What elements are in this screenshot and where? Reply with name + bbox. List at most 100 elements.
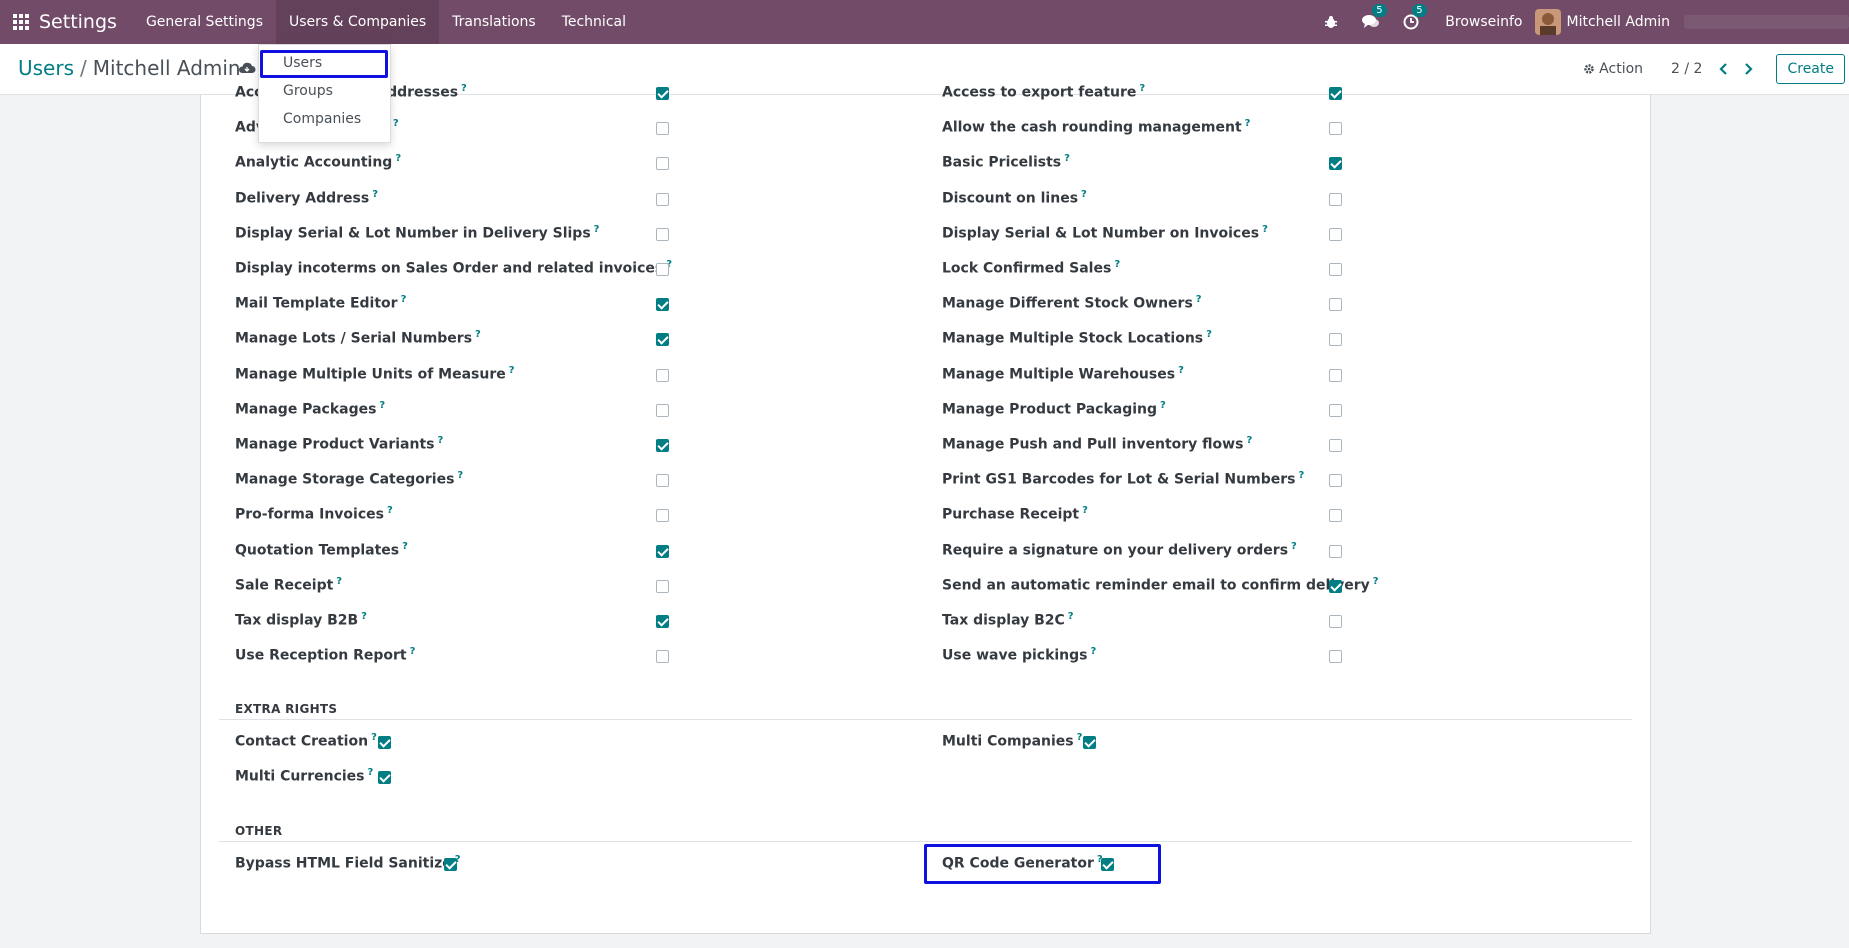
- help-tooltip-icon[interactable]: ?: [410, 646, 416, 657]
- left-right-checkbox[interactable]: [656, 650, 669, 664]
- left-right-checkbox[interactable]: [656, 439, 669, 452]
- right-right-checkbox[interactable]: [1329, 263, 1342, 276]
- dropdown-item-groups[interactable]: Groups: [259, 83, 390, 99]
- help-tooltip-icon[interactable]: ?: [1114, 259, 1120, 270]
- help-tooltip-icon[interactable]: ?: [437, 435, 443, 446]
- menu-technical[interactable]: Technical: [549, 0, 639, 44]
- pager-next-icon[interactable]: [1739, 59, 1757, 79]
- right-right-checkbox[interactable]: [1329, 509, 1342, 523]
- help-tooltip-icon[interactable]: ?: [1206, 329, 1212, 340]
- left-right-checkbox[interactable]: [656, 615, 669, 628]
- right-right-checkbox[interactable]: [1329, 544, 1342, 558]
- help-tooltip-icon[interactable]: ?: [1291, 541, 1297, 552]
- pager-previous-icon[interactable]: [1715, 59, 1733, 79]
- help-tooltip-icon[interactable]: ?: [1081, 189, 1087, 200]
- left-right-checkbox[interactable]: [656, 509, 669, 523]
- help-tooltip-icon[interactable]: ?: [368, 767, 374, 778]
- top-navbar: Settings General Settings Users & Compan…: [0, 0, 1849, 44]
- help-tooltip-icon[interactable]: ?: [1064, 153, 1070, 164]
- help-tooltip-icon[interactable]: ?: [1082, 505, 1088, 516]
- help-tooltip-icon[interactable]: ?: [395, 153, 401, 164]
- left-right-checkbox[interactable]: [656, 333, 669, 347]
- right-right-checkbox[interactable]: [1329, 579, 1342, 593]
- menu-translations[interactable]: Translations: [439, 0, 549, 44]
- right-right-checkbox[interactable]: [1329, 650, 1342, 664]
- right-right-checkbox[interactable]: [1329, 615, 1342, 628]
- help-tooltip-icon[interactable]: ?: [1373, 576, 1379, 587]
- help-tooltip-icon[interactable]: ?: [361, 611, 367, 622]
- user-avatar[interactable]: [1534, 9, 1561, 35]
- help-tooltip-icon[interactable]: ?: [475, 329, 481, 340]
- right-right-checkbox[interactable]: [1329, 298, 1342, 312]
- checkbox-bypass-html[interactable]: [444, 858, 457, 871]
- apps-menu-icon[interactable]: [13, 14, 29, 30]
- right-right-checkbox[interactable]: [1329, 439, 1342, 452]
- right-right-checkbox[interactable]: [1329, 474, 1342, 488]
- help-tooltip-icon[interactable]: ?: [1246, 435, 1252, 446]
- checkbox-contact-creation[interactable]: [378, 736, 391, 749]
- help-tooltip-icon[interactable]: ?: [1196, 294, 1202, 305]
- menu-users-companies[interactable]: Users & Companies: [275, 0, 440, 44]
- help-tooltip-icon[interactable]: ?: [371, 732, 377, 743]
- company-switcher[interactable]: Browseinfo: [1445, 14, 1522, 30]
- left-right-checkbox[interactable]: [656, 157, 669, 171]
- right-right-checkbox[interactable]: [1329, 333, 1342, 347]
- right-right-checkbox[interactable]: [1329, 87, 1342, 100]
- pager-value[interactable]: 2 / 2: [1671, 61, 1702, 77]
- left-right-checkbox[interactable]: [656, 87, 669, 100]
- right-right-checkbox[interactable]: [1329, 192, 1342, 206]
- help-tooltip-icon[interactable]: ?: [1068, 611, 1074, 622]
- left-right-checkbox[interactable]: [656, 298, 669, 312]
- help-tooltip-icon[interactable]: ?: [1077, 732, 1083, 743]
- right-right-checkbox[interactable]: [1329, 122, 1342, 136]
- help-tooltip-icon[interactable]: ?: [1178, 365, 1184, 376]
- right-right-checkbox[interactable]: [1329, 403, 1342, 417]
- create-button[interactable]: Create: [1776, 54, 1845, 84]
- right-label: Purchase Receipt: [942, 507, 1080, 524]
- left-right-checkbox[interactable]: [656, 368, 669, 382]
- app-brand[interactable]: Settings: [39, 11, 117, 33]
- help-tooltip-icon[interactable]: ?: [372, 189, 378, 200]
- help-tooltip-icon[interactable]: ?: [401, 294, 407, 305]
- left-right-checkbox[interactable]: [656, 579, 669, 593]
- left-right-checkbox[interactable]: [656, 544, 669, 558]
- help-tooltip-icon[interactable]: ?: [1160, 400, 1166, 411]
- debug-bug-icon[interactable]: [1321, 12, 1341, 32]
- left-right-checkbox[interactable]: [656, 122, 669, 136]
- help-tooltip-icon[interactable]: ?: [1091, 646, 1097, 657]
- right-right-checkbox[interactable]: [1329, 157, 1342, 171]
- checkbox-multi-companies[interactable]: [1083, 736, 1096, 749]
- help-tooltip-icon[interactable]: ?: [387, 505, 393, 516]
- right-right-checkbox[interactable]: [1329, 368, 1342, 382]
- section-other: OTHER: [235, 824, 283, 838]
- dropdown-item-companies[interactable]: Companies: [259, 111, 390, 127]
- help-tooltip-icon[interactable]: ?: [1245, 118, 1251, 129]
- right-right-checkbox[interactable]: [1329, 227, 1342, 241]
- help-tooltip-icon[interactable]: ?: [461, 83, 467, 94]
- left-right-checkbox[interactable]: [656, 474, 669, 488]
- help-tooltip-icon[interactable]: ?: [594, 224, 600, 235]
- left-right-checkbox[interactable]: [656, 263, 669, 276]
- messages-icon[interactable]: 5: [1361, 4, 1387, 32]
- user-menu[interactable]: Mitchell Admin: [1567, 14, 1671, 30]
- cloud-save-icon[interactable]: [238, 60, 256, 79]
- action-button[interactable]: Action: [1583, 61, 1643, 77]
- help-tooltip-icon[interactable]: ?: [457, 470, 463, 481]
- help-tooltip-icon[interactable]: ?: [509, 365, 515, 376]
- right-label: Manage Different Stock Owners: [942, 295, 1193, 312]
- left-right-checkbox[interactable]: [656, 192, 669, 206]
- help-tooltip-icon[interactable]: ?: [379, 400, 385, 411]
- help-tooltip-icon[interactable]: ?: [1298, 470, 1304, 481]
- help-tooltip-icon[interactable]: ?: [1139, 83, 1145, 94]
- menu-general-settings[interactable]: General Settings: [133, 0, 276, 44]
- help-tooltip-icon[interactable]: ?: [402, 541, 408, 552]
- breadcrumb-users[interactable]: Users: [18, 56, 74, 80]
- right-label: Tax display B2B: [235, 612, 359, 629]
- help-tooltip-icon[interactable]: ?: [1262, 224, 1268, 235]
- activities-clock-icon[interactable]: 5: [1401, 4, 1427, 32]
- help-tooltip-icon[interactable]: ?: [336, 576, 342, 587]
- help-tooltip-icon[interactable]: ?: [393, 118, 399, 129]
- left-right-checkbox[interactable]: [656, 403, 669, 417]
- left-right-checkbox[interactable]: [656, 227, 669, 241]
- checkbox-multi-currencies[interactable]: [378, 771, 391, 784]
